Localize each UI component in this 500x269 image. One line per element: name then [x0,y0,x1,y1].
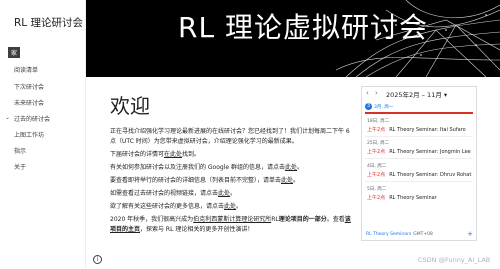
sidebar-item-next-seminar[interactable]: 下次研讨会 [14,82,44,91]
chevron-left-icon[interactable]: ‹ [366,89,369,97]
about-paragraph: 欲了解有关这些研讨会的更多信息，请点击此处。 [110,202,355,212]
simons-institute-link[interactable]: 伯克利西蒙斯计算理论研究所 [193,216,271,223]
text: 下届研讨会的详情可 [110,151,165,158]
about-link[interactable]: 此处 [224,203,236,210]
text: 。 [297,164,304,171]
event-time: 上午2点 [367,172,386,178]
text: 。 [293,177,300,184]
main-content: 欢迎 正在寻找介绍强化学习理论最新进展的在线研讨会？您已经找到了！我们计划每周二… [110,90,355,238]
divider [365,158,473,159]
text: 2020 年秋季，我们很高兴成为 [110,216,194,223]
divider [365,136,473,137]
sidebar: RL 理论研讨会 家 阅读清单 下次研讨会 未来研讨会 ⌄ 过去的研讨会 上图工… [0,0,86,269]
chevron-right-icon[interactable]: › [375,89,378,97]
event-time: 上午2点 [367,195,386,201]
dropdown-icon: ▾ [443,91,448,99]
calendar-name: RL Theory Seminars [366,232,412,237]
upcoming-paragraph: 要查看即将举行的研讨会的详细信息（列表目前不完整），请单击此处。 [110,176,355,186]
watermark: CSDN @Funny_AI_LAB [418,256,491,264]
sidebar-item-instructions[interactable]: 指示 [14,146,26,155]
text: 欲了解有关这些研讨会的更多信息，请点击 [110,203,225,210]
header-banner: RL 理论虚拟研讨会 [86,0,500,77]
calendar-event[interactable]: 上午2点 RL Theory Seminar [367,194,475,201]
next-seminar-link[interactable]: 在此处 [164,151,182,158]
calendar-event[interactable]: 上午2点 RL Theory Seminar: Itai Sufaro [367,126,475,133]
text: 理论项目的一部分 [278,216,327,223]
sidebar-item-home[interactable]: 家 [8,47,21,58]
event-time: 上午2点 [367,127,386,133]
event-date: 18日, 周二 [367,119,390,124]
join-link[interactable]: 此处 [285,164,297,171]
upcoming-link[interactable]: 此处 [281,177,293,184]
simons-paragraph: 2020 年秋季，我们很高兴成为伯克利西蒙斯计算理论研究所RL理论项目的一部分。… [110,215,355,235]
sidebar-item-workshop[interactable]: 上图工作坊 [14,130,44,139]
event-time: 上午2点 [367,149,386,155]
add-calendar-icon[interactable]: + [467,230,473,238]
intro-paragraph: 正在寻找介绍强化学习理论最新进展的在线研讨会？您已经找到了！我们计划每周二下午 … [110,128,350,145]
today-badge: 3 [365,103,372,110]
sidebar-item-past-seminars[interactable]: 过去的研讨会 [14,114,50,123]
text: 。 [236,203,243,210]
timezone-label: GMT+08 [413,232,433,237]
join-paragraph: 有关如何参加研讨会以及注册我们的 Google 群组的信息，请点击此处。 [110,163,355,173]
info-icon[interactable]: i [93,255,102,264]
banner-title: RL 理论虚拟研讨会 [178,11,428,44]
sidebar-item-future-seminars[interactable]: 未来研讨会 [14,98,44,107]
event-title: RL Theory Seminar: Itai Sufaro [389,127,466,133]
event-date: 25日, 周二 [367,141,390,146]
today-label: 3月, 周一 [374,105,394,110]
text: RL [271,216,279,223]
next-seminar-paragraph: 下届研讨会的详情可在此处找到。 [110,150,355,160]
calendar-range[interactable]: 2025年2月 – 11月 ▾ [386,89,447,99]
past-videos-link[interactable]: 此处 [218,190,230,197]
text: 要查看即将举行的研讨会的详细信息（列表目前不完整），请单击 [110,177,282,184]
past-videos-paragraph: 如需查看过去研讨会的视频链接，请点击此处。 [110,189,355,199]
event-date: 4日, 周二 [367,164,387,169]
sidebar-item-reading-list[interactable]: 阅读清单 [14,65,38,74]
site-title[interactable]: RL 理论研讨会 [14,15,83,30]
text: 找到。 [182,151,201,158]
calendar-event[interactable]: 上午2点 RL Theory Seminar: Jongmin Lee [367,148,475,155]
text: 。 [230,190,237,197]
calendar-footer[interactable]: RL Theory Seminars GMT+08 [366,232,433,237]
current-time-indicator [365,112,473,114]
calendar-header: ‹ › 2025年2月 – 11月 ▾ [362,87,476,100]
page-title: 欢迎 [110,94,150,118]
text: ，探索与 RL 理论相关的更多开创性演讲！ [140,226,254,233]
chevron-down-icon[interactable]: ⌄ [5,114,10,121]
text: 2025年2月 – 11月 [386,91,442,99]
divider [365,181,473,182]
event-title: RL Theory Seminar: Jongmin Lee [389,149,471,155]
calendar-event[interactable]: 上午2点 RL Theory Seminar: Dhruv Rohat [367,171,475,178]
event-title: RL Theory Seminar: Dhruv Rohat [389,172,472,178]
event-date: 5日, 周二 [367,187,387,192]
event-title: RL Theory Seminar [389,195,437,201]
calendar-widget: ‹ › 2025年2月 – 11月 ▾ 3 3月, 周一 18日, 周二 上午2… [361,86,477,241]
text: 如需查看过去研讨会的视频链接，请点击 [110,190,219,197]
text: 。查看 [326,216,345,223]
text: 有关如何参加研讨会以及注册我们的 Google 群组的信息，请点击 [110,164,285,171]
sidebar-item-about[interactable]: 关于 [14,162,26,171]
